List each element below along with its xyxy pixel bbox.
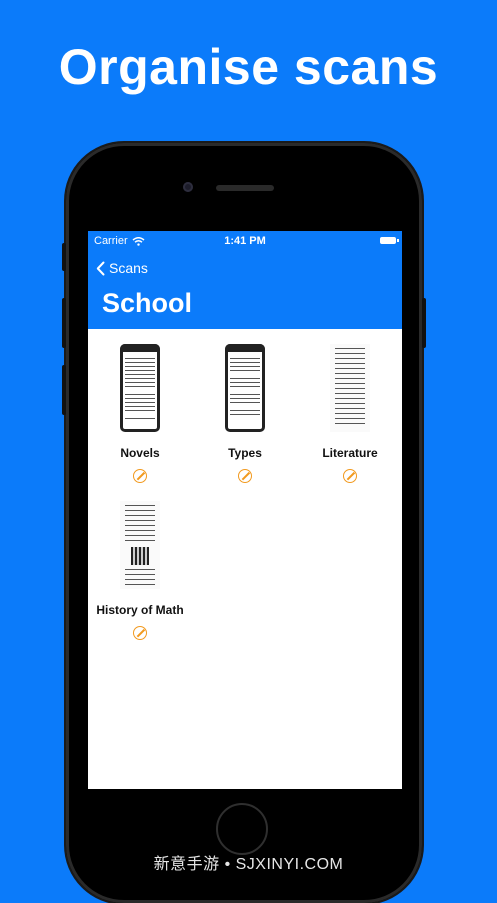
scan-thumbnail: [225, 344, 265, 432]
clock: 1:41 PM: [224, 235, 266, 247]
scan-item-label: History of Math: [96, 603, 184, 617]
watermark: 新意手游 • SJXINYI.COM: [153, 856, 344, 873]
silent-switch: [62, 243, 66, 271]
battery-icon: [380, 237, 399, 244]
edit-icon[interactable]: [133, 626, 147, 640]
scan-item-history-of-math[interactable]: History of Math: [88, 501, 192, 645]
front-camera-icon: [183, 182, 193, 192]
scan-item-label: Novels: [120, 446, 160, 460]
power-button: [422, 298, 426, 348]
scan-item-types[interactable]: Types: [193, 344, 297, 488]
blue-header: Carrier 1:41 PM Scans School: [88, 231, 402, 329]
scan-thumbnail: [330, 344, 370, 432]
status-bar: Carrier 1:41 PM: [88, 231, 402, 251]
headline: Organise scans: [58, 39, 439, 95]
scan-item-literature[interactable]: Literature: [298, 344, 402, 488]
scan-item-novels[interactable]: Novels: [88, 344, 192, 488]
volume-up-button: [62, 298, 66, 348]
scan-item-label: Types: [228, 446, 262, 460]
scan-thumbnail: [120, 501, 160, 589]
scan-item-label: Literature: [322, 446, 378, 460]
scan-thumbnail: [120, 344, 160, 432]
back-button[interactable]: Scans: [96, 260, 148, 276]
speaker-grille: [216, 185, 274, 191]
home-button[interactable]: [216, 803, 268, 855]
back-button-label: Scans: [109, 260, 148, 276]
volume-down-button: [62, 365, 66, 415]
edit-icon[interactable]: [238, 469, 252, 483]
phone-frame: Carrier 1:41 PM Scans School Novels Type…: [62, 143, 426, 903]
edit-icon[interactable]: [343, 469, 357, 483]
edit-icon[interactable]: [133, 469, 147, 483]
screen: Carrier 1:41 PM Scans School Novels Type…: [88, 231, 402, 789]
chevron-left-icon: [96, 261, 105, 275]
page-title: School: [102, 288, 193, 318]
